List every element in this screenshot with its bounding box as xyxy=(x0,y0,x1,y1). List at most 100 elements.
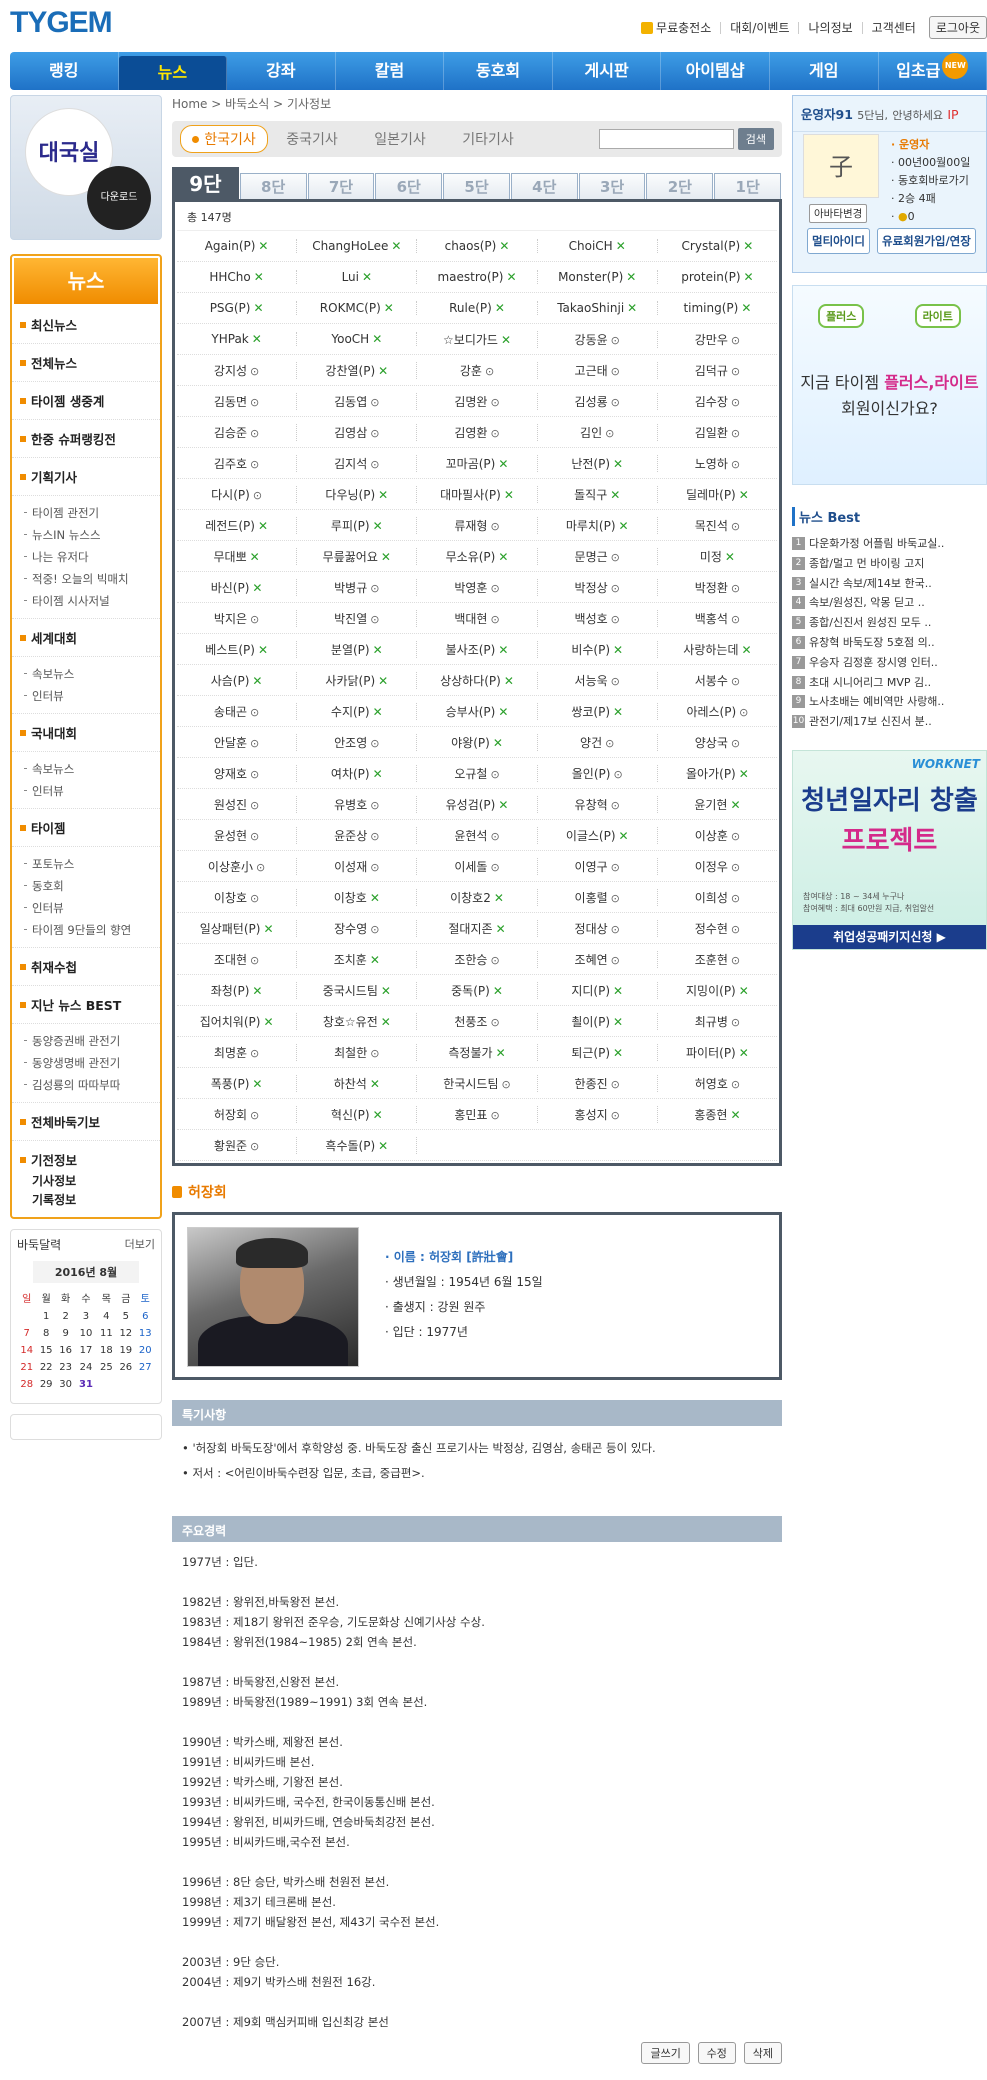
calendar-more-link[interactable]: 더보기 xyxy=(125,1236,155,1253)
calendar-day[interactable]: 20 xyxy=(136,1342,155,1359)
player-cell[interactable]: ROKMC(P) ✕ xyxy=(297,301,418,315)
player-cell[interactable]: 하찬석 ✕ xyxy=(297,1074,418,1092)
player-cell[interactable]: 김동면 ⊙ xyxy=(177,392,298,410)
submenu-item[interactable]: 동양증권배 관전기 xyxy=(12,1030,160,1052)
nav-news[interactable]: 뉴스 xyxy=(118,56,228,90)
player-cell[interactable]: 김동엽 ⊙ xyxy=(297,392,418,410)
player-cell[interactable]: 황원준 ⊙ xyxy=(177,1136,298,1154)
menu-tygem[interactable]: 타이젬 xyxy=(12,809,160,847)
player-cell[interactable]: 목진석 ⊙ xyxy=(658,517,777,534)
player-cell[interactable]: 지밍이(P) ✕ xyxy=(658,982,777,999)
player-cell[interactable]: protein(P) ✕ xyxy=(658,270,777,284)
best-news-item[interactable]: 6 유창혁 바둑도장 5호점 의.. xyxy=(792,633,987,653)
delete-button[interactable]: 삭제 xyxy=(743,2042,782,2064)
tab-6dan[interactable]: 6단 xyxy=(375,173,443,199)
tab-4dan[interactable]: 4단 xyxy=(510,173,578,199)
player-cell[interactable]: 백대현 ⊙ xyxy=(417,609,538,627)
player-cell[interactable]: 박정환 ⊙ xyxy=(658,579,777,596)
player-cell[interactable]: 한종진 ⊙ xyxy=(538,1074,658,1092)
player-cell[interactable]: Crystal(P) ✕ xyxy=(658,239,777,253)
nav-lecture[interactable]: 강좌 xyxy=(227,52,336,90)
calendar-day[interactable]: 4 xyxy=(97,1308,116,1325)
player-cell[interactable]: 조훈현 ⊙ xyxy=(658,951,777,968)
calendar-day[interactable]: 13 xyxy=(136,1325,155,1342)
player-cell[interactable]: 혁신(P) ✕ xyxy=(297,1105,418,1123)
player-cell[interactable]: 베스트(P) ✕ xyxy=(177,640,298,658)
plus-light-ad[interactable]: 플러스 라이트 지금 타이젬 플러스,라이트 회원이신가요? xyxy=(792,285,987,485)
player-cell[interactable]: 조한승 ⊙ xyxy=(417,950,538,968)
calendar-day[interactable]: 3 xyxy=(75,1308,96,1325)
worknet-apply-bar[interactable]: 취업성공패키지신청 ▶ xyxy=(793,924,986,949)
player-cell[interactable]: 비수(P) ✕ xyxy=(538,640,658,658)
calendar-day[interactable]: 21 xyxy=(17,1359,36,1376)
player-cell[interactable]: 송태곤 ⊙ xyxy=(177,702,298,720)
player-cell[interactable]: 이정우 ⊙ xyxy=(658,858,777,875)
player-cell[interactable]: 홍성지 ⊙ xyxy=(538,1105,658,1123)
player-cell[interactable]: 양재호 ⊙ xyxy=(177,764,298,782)
submenu-item[interactable]: 속보뉴스 xyxy=(12,663,160,685)
calendar-day[interactable]: 8 xyxy=(36,1325,55,1342)
player-cell[interactable]: 마루치(P) ✕ xyxy=(538,516,658,534)
nav-column[interactable]: 칼럼 xyxy=(336,52,445,90)
nav-club[interactable]: 동호회 xyxy=(444,52,553,90)
player-cell[interactable]: 좌청(P) ✕ xyxy=(177,981,298,999)
player-cell[interactable]: 쌍코(P) ✕ xyxy=(538,702,658,720)
player-cell[interactable]: 윤현석 ⊙ xyxy=(417,826,538,844)
player-cell[interactable]: 야왕(P) ✕ xyxy=(417,733,538,751)
player-cell[interactable]: chaos(P) ✕ xyxy=(417,239,538,253)
player-cell[interactable]: 김승준 ⊙ xyxy=(177,423,298,441)
best-news-item[interactable]: 3 실시간 속보/제14보 한국.. xyxy=(792,574,987,594)
player-cell[interactable]: 바신(P) ✕ xyxy=(177,578,298,596)
player-cell[interactable]: 흑수돌(P) ✕ xyxy=(297,1136,418,1154)
player-cell[interactable]: 딜레마(P) ✕ xyxy=(658,486,777,503)
player-cell[interactable]: 상상하다(P) ✕ xyxy=(417,671,538,689)
best-news-item[interactable]: 5 종합/신진서 원성진 모두 .. xyxy=(792,613,987,633)
free-charge-link[interactable]: 무료충전소 xyxy=(632,21,720,34)
paid-membership-button[interactable]: 유료회원가입/연장 xyxy=(877,228,976,254)
player-cell[interactable]: 이영구 ⊙ xyxy=(538,857,658,875)
submenu-item[interactable]: 포토뉴스 xyxy=(12,853,160,875)
menu-reporting-notes[interactable]: 취재수첩 xyxy=(12,948,160,986)
submenu-item[interactable]: 나는 유저다 xyxy=(12,546,160,568)
player-cell[interactable]: 이창호 ✕ xyxy=(297,888,418,906)
player-cell[interactable]: 백성호 ⊙ xyxy=(538,609,658,627)
player-cell[interactable]: 이창호2 ✕ xyxy=(417,888,538,906)
player-cell[interactable]: 안조영 ⊙ xyxy=(297,733,418,751)
calendar-day[interactable]: 30 xyxy=(56,1376,75,1393)
player-cell[interactable]: Monster(P) ✕ xyxy=(538,270,658,284)
player-cell[interactable]: 양상국 ⊙ xyxy=(658,734,777,751)
player-cell[interactable]: 이창호 ⊙ xyxy=(177,888,298,906)
player-cell[interactable]: 윤준상 ⊙ xyxy=(297,826,418,844)
submenu-item[interactable]: 김성룡의 따따부따 xyxy=(12,1074,160,1096)
game-room-banner[interactable]: 대국실 다운로드 xyxy=(10,95,162,240)
best-news-item[interactable]: 7 우승자 김정훈 장시영 인터.. xyxy=(792,653,987,673)
player-cell[interactable]: ☆보디가드 ✕ xyxy=(417,330,538,348)
submenu-item[interactable]: 동양생명배 관전기 xyxy=(12,1052,160,1074)
calendar-day[interactable]: 11 xyxy=(97,1325,116,1342)
best-news-item[interactable]: 4 속보/원성진, 악몽 딛고 .. xyxy=(792,593,987,613)
player-cell[interactable]: 원성진 ⊙ xyxy=(177,795,298,813)
player-cell[interactable]: 사슴(P) ✕ xyxy=(177,671,298,689)
player-cell[interactable]: 여차(P) ✕ xyxy=(297,764,418,782)
calendar-day[interactable]: 2 xyxy=(56,1308,75,1325)
player-cell[interactable]: 폭풍(P) ✕ xyxy=(177,1074,298,1092)
club-link[interactable]: · 동호회바로가기 xyxy=(891,172,970,190)
player-cell[interactable]: 무대뽀 ✕ xyxy=(177,547,298,565)
player-cell[interactable]: YooCH ✕ xyxy=(297,332,418,346)
tab-japan[interactable]: 일본기사 xyxy=(356,129,444,149)
player-cell[interactable]: 루피(P) ✕ xyxy=(297,516,418,534)
player-cell[interactable]: timing(P) ✕ xyxy=(658,301,777,315)
player-cell[interactable]: 이상훈小 ⊙ xyxy=(177,857,298,875)
player-cell[interactable]: 유병호 ⊙ xyxy=(297,795,418,813)
best-news-item[interactable]: 2 종합/멀고 먼 바이링 고지 xyxy=(792,554,987,574)
player-cell[interactable]: 이홍렬 ⊙ xyxy=(538,888,658,906)
player-cell[interactable]: 중독(P) ✕ xyxy=(417,981,538,999)
submenu-item[interactable]: 타이젬 9단들의 향연 xyxy=(12,919,160,941)
player-cell[interactable]: 오규철 ⊙ xyxy=(417,764,538,782)
tab-2dan[interactable]: 2단 xyxy=(646,173,714,199)
edit-button[interactable]: 수정 xyxy=(697,2042,736,2064)
player-cell[interactable]: 올인(P) ⊙ xyxy=(538,764,658,782)
tab-7dan[interactable]: 7단 xyxy=(307,173,375,199)
player-cell[interactable]: 강지성 ⊙ xyxy=(177,361,298,379)
tab-5dan[interactable]: 5단 xyxy=(443,173,510,199)
